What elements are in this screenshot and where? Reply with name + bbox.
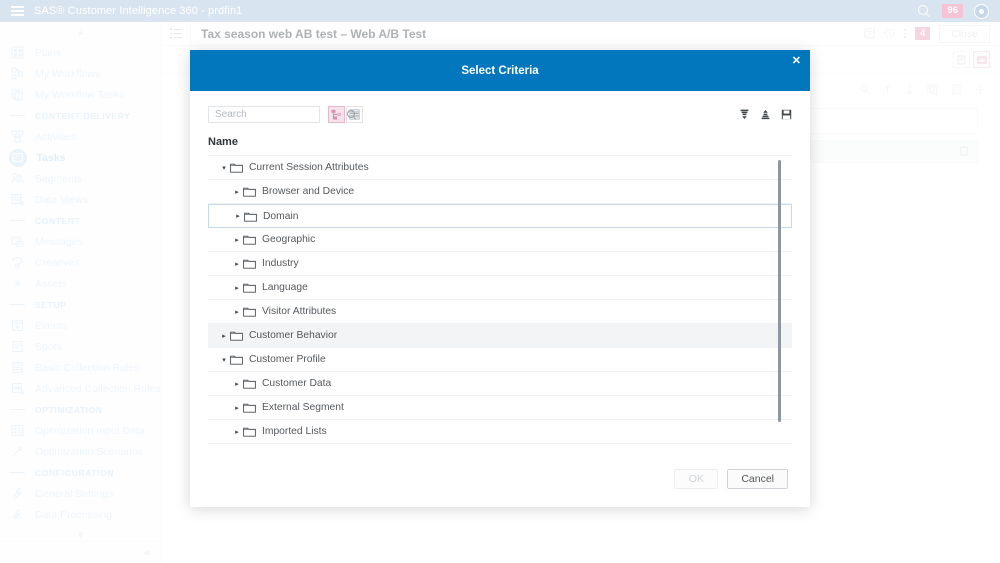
tree-node[interactable]: Geographic [208,228,792,252]
dialog-footer: OK Cancel [190,456,810,507]
chevron-right-icon[interactable] [231,236,243,244]
chevron-right-icon[interactable] [231,404,243,412]
criteria-tree: Current Session Attributes Browser and De… [208,156,792,456]
ok-button[interactable]: OK [674,469,718,489]
folder-icon [244,211,258,222]
tree-node[interactable]: External Segment [208,396,792,420]
search-icon[interactable] [347,110,356,119]
dialog-header: Select Criteria ✕ [190,50,810,91]
tree-view-icon[interactable] [328,106,345,123]
folder-icon [230,330,244,341]
tree-node[interactable]: Customer Profile [208,348,792,372]
tree-node[interactable]: Browser and Device [208,180,792,204]
chevron-right-icon[interactable] [231,428,243,436]
tree-node-label: Language [262,282,308,293]
folder-icon [243,234,257,245]
chevron-right-icon[interactable] [231,188,243,196]
tree-node[interactable]: Visitor Attributes [208,300,792,324]
cancel-button[interactable]: Cancel [727,469,788,489]
tree-node-label: Current Session Attributes [249,162,369,173]
tree-node[interactable]: Domain [208,204,792,228]
tree-node[interactable]: Current Session Attributes [208,156,792,180]
tree-node-label: Customer Profile [249,354,326,365]
chevron-right-icon[interactable] [231,380,243,388]
tree-node[interactable]: Customer Behavior [208,324,792,348]
tree-node-label: Industry [262,258,299,269]
chevron-right-icon[interactable] [231,284,243,292]
folder-icon [230,354,244,365]
tree-scrollbar[interactable] [775,156,784,456]
save-icon[interactable] [781,109,792,120]
chevron-down-icon[interactable] [218,164,230,172]
folder-icon [243,282,257,293]
folder-icon [243,378,257,389]
chevron-down-icon[interactable] [218,356,230,364]
search-field[interactable] [208,106,320,123]
view-toggle-group [328,106,363,123]
chevron-right-icon[interactable] [231,308,243,316]
tree-node[interactable]: Customer Data [208,372,792,396]
tree-node-label: Geographic [262,234,315,245]
tree-scrollbar-thumb[interactable] [778,160,781,422]
tree-node-label: Domain [263,211,298,222]
tree-node-label: Customer Behavior [249,330,337,341]
tree-node-label: Browser and Device [262,186,354,197]
tree-node-label: Customer Data [262,378,331,389]
dialog-title: Select Criteria [461,65,538,77]
collapse-all-icon[interactable] [739,109,750,120]
tree-node-label: External Segment [262,402,344,413]
column-header-name: Name [208,136,792,156]
expand-all-icon[interactable] [760,109,771,120]
folder-icon [243,258,257,269]
tree-node-label: Imported Lists [262,426,327,437]
folder-icon [243,186,257,197]
dialog-toolbar [208,105,792,123]
select-criteria-dialog: Select Criteria ✕ [190,50,810,507]
tree-node[interactable]: Industry [208,252,792,276]
chevron-right-icon[interactable] [232,212,244,220]
dialog-body: Name Current Session Attributes Browser a… [190,91,810,456]
chevron-right-icon[interactable] [231,260,243,268]
tree-node[interactable]: Language [208,276,792,300]
folder-icon [243,402,257,413]
folder-icon [230,162,244,173]
folder-icon [243,306,257,317]
tree-node-label: Visitor Attributes [262,306,336,317]
chevron-right-icon[interactable] [218,332,230,340]
folder-icon [243,426,257,437]
tree-node[interactable]: Imported Lists [208,420,792,444]
close-icon[interactable]: ✕ [792,56,801,67]
dialog-tree-tools [739,109,792,120]
